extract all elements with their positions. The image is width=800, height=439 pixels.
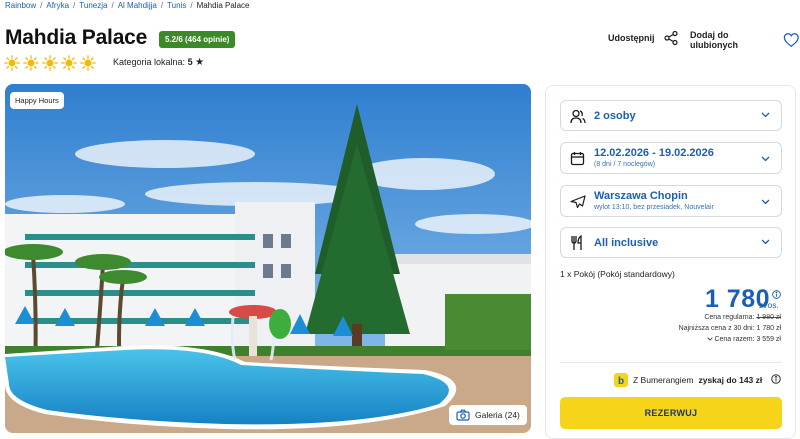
cutlery-icon <box>571 235 582 250</box>
regular-price: Cena regularna: 1 980 zł <box>704 314 781 321</box>
gallery-button[interactable]: Galeria (24) <box>449 405 527 425</box>
share-button[interactable]: Udostępnij <box>608 30 679 46</box>
boomerang-prefix: Z Bumerangiem <box>633 375 694 385</box>
departure-select[interactable]: Warszawa Chopin wylot 13:10, bez przesia… <box>560 185 782 217</box>
page-title: Mahdia Palace <box>5 26 148 49</box>
dates-select[interactable]: 12.02.2026 - 19.02.2026 (8 dni / 7 nocle… <box>560 142 782 174</box>
price-unit: zł/os. <box>759 300 779 310</box>
total-price-label: Cena razem: 3 559 zł <box>714 336 781 343</box>
breadcrumb-separator: / <box>111 1 114 10</box>
info-icon[interactable] <box>771 374 781 384</box>
hotel-photo[interactable] <box>5 84 531 433</box>
breadcrumb-link-afryka[interactable]: Afryka <box>46 1 69 10</box>
boomerang-bonus: zyskaj do 143 zł <box>698 375 763 385</box>
chevron-down-icon <box>761 199 770 205</box>
boomerang-logo-icon: b <box>614 373 628 387</box>
board-value: All inclusive <box>594 237 659 249</box>
gallery-label: Galeria (24) <box>475 410 520 420</box>
rating-badge[interactable]: 5.2/6 (464 opinie) <box>159 31 236 48</box>
heart-icon <box>784 33 800 47</box>
lowest-price: Najniższa cena z 30 dni: 1 780 zł <box>678 325 781 332</box>
favorite-label: Dodaj do ulubionych <box>690 30 738 50</box>
sun-icon <box>42 55 58 71</box>
breadcrumb-separator: / <box>40 1 43 10</box>
user-icon <box>570 109 586 124</box>
boomerang-promo: b Z Bumerangiem zyskaj do 143 zł <box>614 373 762 387</box>
svg-text:b: b <box>618 376 624 387</box>
info-icon[interactable] <box>772 290 781 299</box>
breadcrumb-link-rainbow[interactable]: Rainbow <box>5 1 36 10</box>
breadcrumb-separator: / <box>190 1 193 10</box>
regular-price-value: 1 980 zł <box>756 314 781 321</box>
breadcrumb-link-al-mahdijja[interactable]: Al Mahdijja <box>118 1 157 10</box>
sun-icon <box>80 55 96 71</box>
breadcrumb-separator: / <box>160 1 164 10</box>
guests-select[interactable]: 2 osoby <box>560 100 782 131</box>
reserve-button[interactable]: REZERWUJ <box>560 397 782 429</box>
share-label: Udostępnij <box>608 33 655 43</box>
sun-rating <box>4 55 96 71</box>
dates-sub: (8 dni / 7 noclegów) <box>594 161 656 168</box>
star-icon: ★ <box>195 57 205 68</box>
calendar-icon <box>570 152 585 166</box>
sun-icon <box>61 55 77 71</box>
divider <box>560 362 782 363</box>
local-category-label: Kategoria lokalna: <box>113 57 186 67</box>
camera-icon <box>456 409 470 421</box>
chevron-down-icon <box>761 156 770 162</box>
room-summary: 1 x Pokój (Pokój standardowy) <box>560 269 675 279</box>
total-price[interactable]: Cena razem: 3 559 zł <box>706 336 781 343</box>
local-category: Kategoria lokalna: 5 ★ <box>113 57 204 68</box>
breadcrumb-link-tunezja[interactable]: Tunezja <box>79 1 107 10</box>
departure-sub: wylot 13:10, bez przesiadek, Nouvelair <box>594 204 714 211</box>
guests-value: 2 osoby <box>594 110 636 122</box>
chevron-down-icon <box>706 337 713 341</box>
sun-icon <box>23 55 39 71</box>
breadcrumb-separator: / <box>73 1 76 10</box>
chevron-down-icon <box>761 112 770 118</box>
sun-icon <box>4 55 20 71</box>
local-category-value: 5 <box>187 57 193 67</box>
departure-value: Warszawa Chopin <box>594 190 688 202</box>
breadcrumb: Rainbow / Afryka / Tunezja / Al Mahdijja / Tunis… <box>5 1 249 10</box>
plane-icon <box>570 195 586 209</box>
dates-value: 12.02.2026 - 19.02.2026 <box>594 147 714 159</box>
favorite-button[interactable]: Dodaj do ulubionych <box>690 30 800 50</box>
board-select[interactable]: All inclusive <box>560 227 782 258</box>
regular-price-label: Cena regularna: <box>704 314 755 321</box>
share-icon <box>663 30 678 46</box>
breadcrumb-link-tunis[interactable]: Tunis <box>167 1 186 10</box>
hotel-photo-illustration <box>5 84 531 433</box>
breadcrumb-current: Mahdia Palace <box>196 1 250 10</box>
happy-hours-badge: Happy Hours <box>10 92 64 109</box>
chevron-down-icon <box>761 239 770 245</box>
